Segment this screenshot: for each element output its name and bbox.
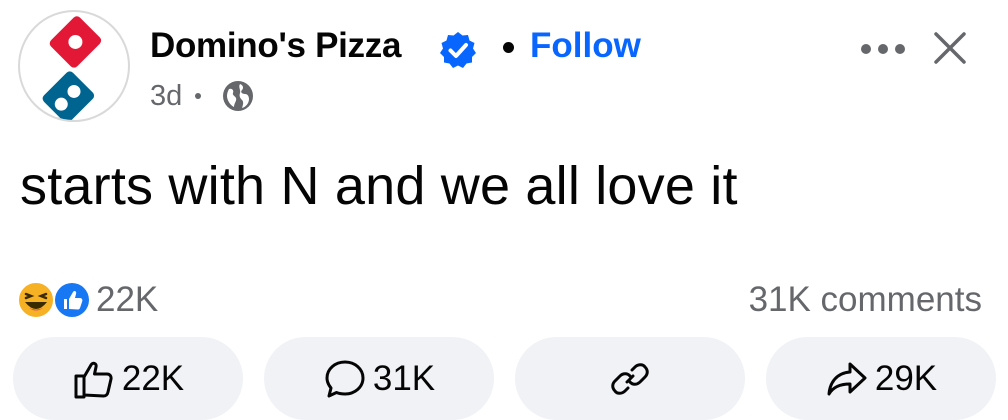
meta-separator: [195, 93, 201, 99]
separator-dot: [503, 42, 514, 53]
share-arrow-icon: [827, 362, 867, 395]
reactions-icons[interactable]: [16, 280, 96, 320]
post-time[interactable]: 3d: [150, 80, 182, 113]
page-name[interactable]: Domino's Pizza: [150, 26, 401, 66]
link-icon: [611, 362, 649, 395]
copy-link-button[interactable]: [515, 337, 745, 420]
page-avatar[interactable]: [18, 10, 130, 122]
reaction-count[interactable]: 22K: [96, 280, 158, 320]
verified-badge-icon: [440, 32, 476, 68]
like-reaction-icon: [53, 281, 91, 319]
globe-icon: [223, 81, 253, 111]
comment-button[interactable]: 31K: [264, 337, 494, 420]
comment-count: 31K: [372, 358, 436, 398]
share-count: 29K: [874, 358, 938, 398]
post-text: starts with N and we all love it: [20, 156, 738, 216]
comment-bubble-icon: [325, 360, 365, 397]
close-icon[interactable]: [932, 30, 968, 66]
share-button[interactable]: 29K: [766, 337, 996, 420]
comments-summary[interactable]: 31K comments: [749, 280, 982, 320]
follow-button[interactable]: Follow: [530, 26, 641, 66]
more-options-icon[interactable]: [858, 34, 908, 64]
like-count: 22K: [121, 358, 185, 398]
thumbs-up-icon: [74, 361, 113, 398]
like-button[interactable]: 22K: [13, 337, 243, 420]
haha-reaction-icon: [17, 281, 55, 319]
dominos-logo: [39, 13, 105, 120]
